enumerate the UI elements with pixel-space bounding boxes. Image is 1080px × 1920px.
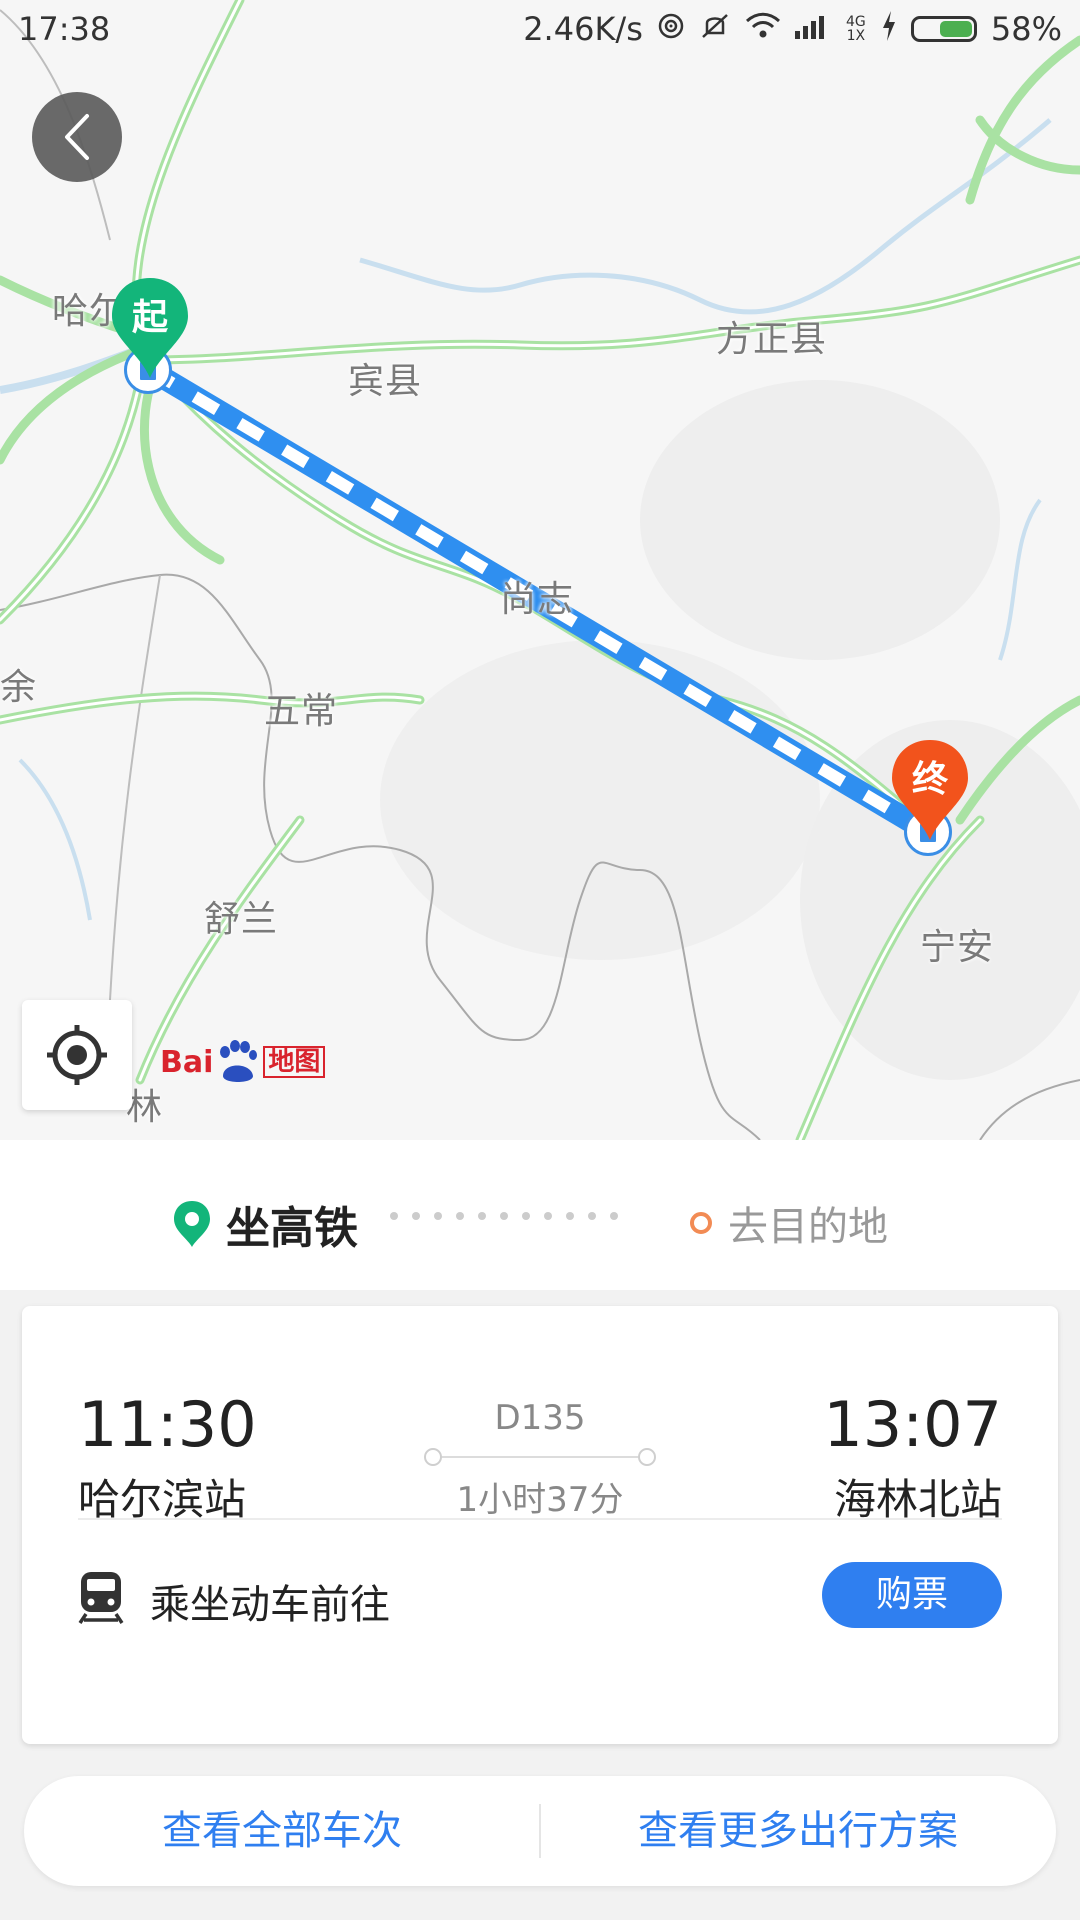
mute-icon [699, 11, 731, 48]
place-label-fangzheng: 方正县 [716, 319, 828, 360]
place-label-yushu: 余 [0, 667, 38, 708]
signal-icon [794, 13, 831, 46]
segment-dots [390, 1212, 618, 1220]
segment-mode: 坐高铁 [172, 1192, 358, 1256]
card-divider [78, 1518, 1002, 1520]
net-speed: 2.46K/s [523, 10, 643, 48]
place-label-ningan: 宁安 [920, 927, 995, 968]
location-pin-icon [174, 1201, 210, 1247]
start-pin[interactable]: 起 [110, 276, 190, 380]
status-icons: 2.46K/s 4G 1X 58% [523, 10, 1062, 48]
battery-icon [910, 16, 977, 42]
baidu-logo-map-text: 地图 [263, 1046, 326, 1078]
segment-destination: 去目的地 [690, 1194, 888, 1252]
place-label-shangzhi: 尚志 [500, 579, 575, 620]
wifi-icon [745, 12, 781, 47]
destination-ring-icon [690, 1212, 712, 1234]
view-all-trains-button[interactable]: 查看全部车次 [24, 1776, 540, 1886]
ride-instruction: 乘坐动车前往 [150, 1582, 390, 1628]
route-map[interactable]: 哈尔滨 宾县 方正县 尚志 五常 舒兰 宁安 余 林 起 终 Bai 地图 17… [0, 0, 1080, 1140]
start-pin-label: 起 [131, 297, 168, 338]
segment-destination-label: 去目的地 [728, 1204, 888, 1250]
battery-percent: 58% [990, 10, 1062, 48]
train-card[interactable]: 11:30 哈尔滨站 D135 1小时37分 13:07 海林北站 乘坐动车前往… [22, 1306, 1058, 1744]
status-bar: 17:38 2.46K/s 4G 1X 58% [0, 0, 1080, 60]
screen: 哈尔滨 宾县 方正县 尚志 五常 舒兰 宁安 余 林 起 终 Bai 地图 17… [0, 0, 1080, 1920]
baidu-logo-text-bai: Bai [160, 1044, 214, 1080]
place-label-binxian: 宾县 [348, 361, 423, 402]
baidu-map-logo: Bai du 地图 [160, 1040, 326, 1084]
battery-level [939, 21, 972, 37]
bottom-action-bar: 查看全部车次 查看更多出行方案 [24, 1776, 1056, 1886]
place-label-wuchang: 五常 [264, 691, 339, 732]
chevron-left-icon [65, 114, 89, 160]
crosshair-icon [47, 1025, 107, 1085]
back-button[interactable] [32, 92, 122, 182]
train-journey-line [424, 1448, 656, 1466]
end-pin-label: 终 [911, 759, 948, 800]
view-more-plans-button[interactable]: 查看更多出行方案 [540, 1776, 1056, 1886]
arrival-time: 13:07 [823, 1388, 1002, 1461]
end-pin[interactable]: 终 [890, 738, 970, 842]
charging-icon [881, 10, 897, 48]
route-segment-header: 坐高铁 去目的地 [0, 1140, 1080, 1290]
buy-ticket-button[interactable]: 购票 [822, 1562, 1002, 1628]
status-time: 17:38 [18, 10, 111, 48]
baidu-paw-icon [215, 1040, 259, 1084]
place-label-shulan: 舒兰 [204, 899, 279, 940]
train-icon [78, 1572, 124, 1624]
hotspot-icon [657, 12, 685, 47]
segment-mode-label: 坐高铁 [226, 1203, 358, 1254]
locate-button[interactable] [22, 1000, 132, 1110]
network-type: 4G 1X [845, 14, 866, 44]
